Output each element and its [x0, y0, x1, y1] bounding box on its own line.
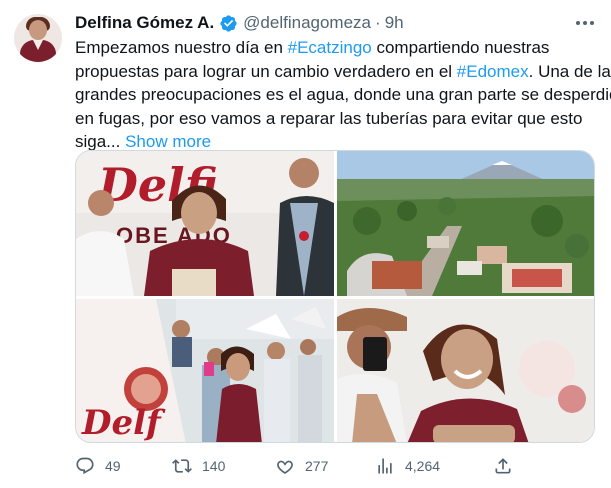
text-segment: compartiendo nuestras [371, 38, 550, 57]
author-handle[interactable]: @delfinagomeza [243, 13, 371, 33]
retweet-button[interactable]: 140 [172, 454, 225, 478]
flag-text: Delf [81, 403, 166, 443]
like-count: 277 [305, 458, 329, 474]
tweet-actions: 49 140 277 4,264 [75, 454, 595, 478]
views-count: 4,264 [405, 458, 441, 474]
verified-badge-icon[interactable] [219, 14, 238, 33]
photo-candidate-with-supporters[interactable]: Delfi OBE ADO [76, 151, 334, 296]
share-icon [493, 456, 513, 476]
photo-aerial-town[interactable] [337, 151, 594, 296]
hashtag-edomex[interactable]: #Edomex [457, 62, 529, 81]
heart-icon [275, 456, 295, 476]
tweet-text: Empezamos nuestro día en #Ecatzingo comp… [75, 36, 611, 154]
reply-button[interactable]: 49 [75, 454, 121, 478]
tweet-text-line: propuestas para lograr un cambio verdade… [75, 60, 611, 84]
timestamp[interactable]: 9h [385, 13, 404, 33]
share-button[interactable] [493, 454, 513, 478]
photo-smiling-woman[interactable] [337, 299, 594, 442]
author-name[interactable]: Delfina Gómez A. [75, 13, 214, 33]
more-options-icon[interactable] [572, 12, 598, 34]
photo-crowd-with-flag[interactable]: Delf [76, 299, 334, 443]
avatar[interactable] [14, 14, 62, 62]
text-segment: Empezamos nuestro día en [75, 38, 288, 57]
reply-count: 49 [105, 458, 121, 474]
separator-dot: · [375, 13, 381, 32]
views-button[interactable]: 4,264 [375, 454, 440, 478]
like-button[interactable]: 277 [275, 454, 328, 478]
show-more-link[interactable]: Show more [125, 132, 211, 151]
media-grid: Delfi OBE ADO Delf [75, 150, 595, 443]
reply-icon [75, 456, 95, 476]
avatar-face [29, 20, 47, 40]
text-segment: siga... [75, 132, 126, 151]
tweet-text-line: en fugas, por eso vamos a reparar las tu… [75, 108, 583, 128]
text-segment: propuestas para lograr un cambio verdade… [75, 61, 457, 81]
hashtag-ecatzingo[interactable]: #Ecatzingo [288, 38, 372, 57]
text-segment: . Una de las [528, 61, 611, 81]
tweet-header: Delfina Gómez A. @delfinagomeza · 9h [75, 12, 404, 34]
views-chart-icon [375, 456, 395, 476]
tweet-text-line: grandes preocupaciones es el agua, donde… [75, 85, 611, 104]
tweet-text-line: Empezamos nuestro día en #Ecatzingo comp… [75, 36, 605, 60]
retweet-count: 140 [202, 458, 226, 474]
tweet[interactable]: Delfina Gómez A. @delfinagomeza · 9h Emp… [0, 0, 611, 488]
retweet-icon [172, 456, 192, 476]
